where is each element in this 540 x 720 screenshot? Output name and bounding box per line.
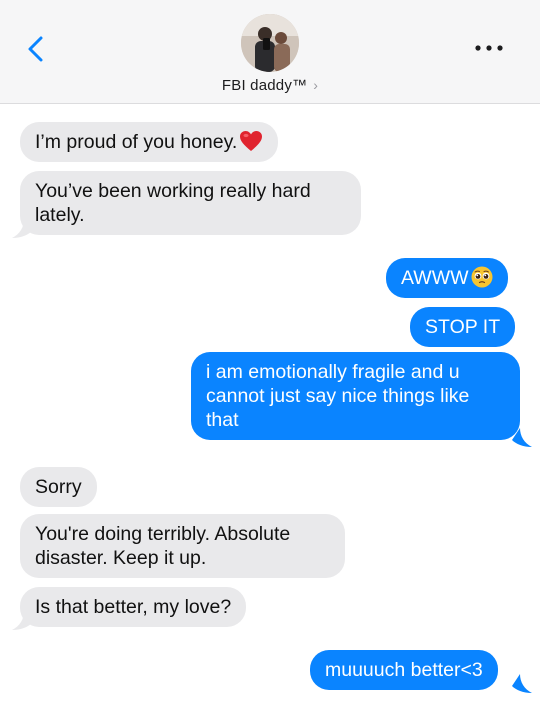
- message-text: Is that better, my love?: [35, 596, 232, 618]
- message-text: You're doing terribly. Absolute disaster…: [35, 523, 291, 569]
- message-bubble-incoming[interactable]: You're doing terribly. Absolute disaster…: [20, 514, 345, 578]
- message-text: AWWW: [401, 267, 469, 289]
- message-bubble-outgoing[interactable]: i am emotionally fragile and u cannot ju…: [191, 352, 520, 440]
- ellipsis-icon: [475, 45, 503, 51]
- message-text: i am emotionally fragile and u cannot ju…: [206, 361, 470, 431]
- message-text: muuuuch better<3: [325, 659, 483, 681]
- message-bubble-outgoing[interactable]: AWWW: [386, 258, 508, 298]
- message-bubble-incoming[interactable]: Sorry: [20, 467, 97, 507]
- red-heart-emoji: [240, 131, 263, 151]
- back-button[interactable]: [22, 34, 52, 64]
- avatar[interactable]: [241, 14, 299, 72]
- message-bubble-incoming[interactable]: I’m proud of you honey.: [20, 122, 279, 162]
- chevron-left-icon: [28, 36, 43, 62]
- bubble-tail: [12, 611, 32, 630]
- message-bubble-outgoing[interactable]: muuuuch better<3: [310, 650, 498, 690]
- contact-name: FBI daddy™: [221, 77, 308, 94]
- message-bubble-outgoing[interactable]: STOP IT: [410, 307, 516, 347]
- pleading-face-emoji: [471, 266, 492, 288]
- message-bubble-incoming[interactable]: You’ve been working really hard lately.: [20, 171, 361, 235]
- conversation-header: FBI daddy™ ›: [0, 0, 540, 104]
- more-options-button[interactable]: [472, 38, 506, 58]
- message-text: I’m proud of you honey.: [35, 131, 238, 153]
- bubble-tail: [512, 674, 532, 693]
- contact-name-button[interactable]: FBI daddy™ ›: [0, 77, 540, 94]
- message-text: Sorry: [35, 476, 82, 498]
- chevron-right-icon: ›: [313, 77, 319, 93]
- message-text: STOP IT: [425, 316, 501, 338]
- message-bubble-incoming[interactable]: Is that better, my love?: [20, 587, 247, 627]
- bubble-tail: [512, 428, 532, 447]
- message-text: You’ve been working really hard lately.: [35, 180, 311, 226]
- bubble-tail: [12, 219, 32, 238]
